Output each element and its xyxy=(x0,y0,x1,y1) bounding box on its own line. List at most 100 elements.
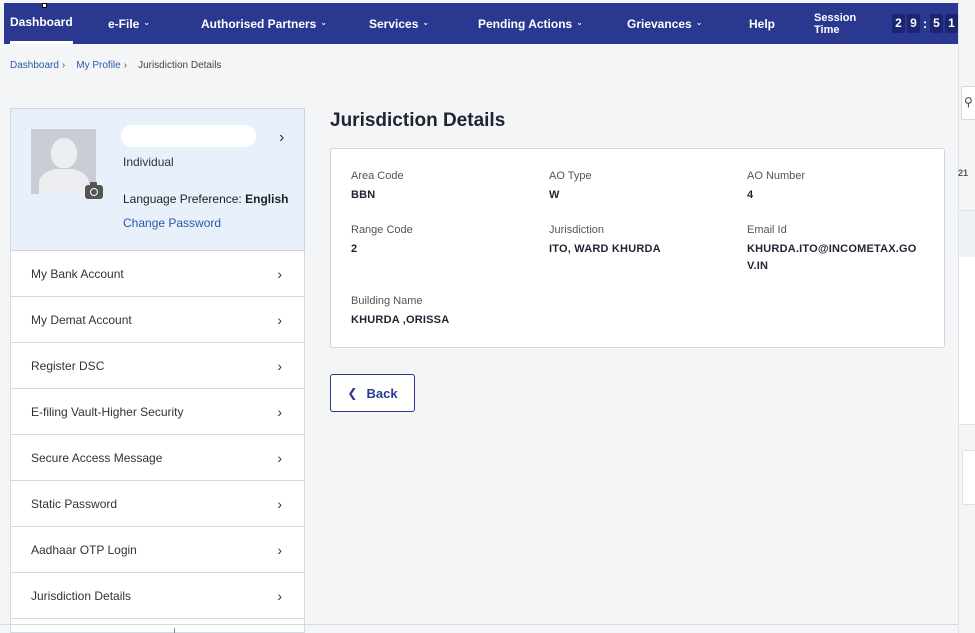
nav-grievances-label: Grievances xyxy=(627,16,692,31)
profile-menu: My Bank Account › My Demat Account › Regis… xyxy=(10,251,305,633)
bottom-divider xyxy=(0,624,958,625)
field-building-name: Building Name KHURDA ,ORISSA xyxy=(351,295,541,329)
nav-services-label: Services xyxy=(369,16,419,31)
field-label: Area Code xyxy=(351,170,404,182)
chevron-down-icon: ⌄ xyxy=(695,18,703,27)
field-label: Building Name xyxy=(351,295,423,307)
field-value: W xyxy=(549,189,560,201)
chevron-right-icon: › xyxy=(277,265,282,282)
redacted-name xyxy=(121,125,256,147)
menu-item-label: Secure Access Message xyxy=(31,450,163,465)
right-edge-fragment: 21 xyxy=(958,168,969,178)
language-preference: Language Preference: English xyxy=(123,192,288,206)
chevron-down-icon: ⌄ xyxy=(320,18,328,27)
avatar-head xyxy=(51,138,77,168)
chevron-right-icon: › xyxy=(277,495,282,512)
menu-item-label: My Bank Account xyxy=(31,266,124,281)
field-value: 4 xyxy=(747,189,754,201)
session-colon: : xyxy=(922,16,928,31)
chevron-right-icon: › xyxy=(277,587,282,604)
chevron-right-icon: › xyxy=(61,60,66,71)
chevron-left-icon: ❮ xyxy=(347,386,358,400)
menu-item-aadhaar-otp-login[interactable]: Aadhaar OTP Login › xyxy=(10,527,305,573)
menu-item-label: Static Password xyxy=(31,496,118,511)
right-edge-panel-bar xyxy=(959,211,975,257)
chevron-right-icon: › xyxy=(123,60,128,71)
nav-pending-actions[interactable]: Pending Actions ⌄ xyxy=(478,3,583,44)
nav-grievances[interactable]: Grievances ⌄ xyxy=(627,3,702,44)
menu-item-label: My Demat Account xyxy=(31,312,132,327)
email-line-2: V.IN xyxy=(747,260,769,272)
back-button[interactable]: ❮ Back xyxy=(330,374,415,412)
breadcrumb-current: Jurisdiction Details xyxy=(138,60,222,71)
menu-item-efiling-vault[interactable]: E-filing Vault-Higher Security › xyxy=(10,389,305,435)
chevron-right-icon[interactable]: › xyxy=(279,129,284,147)
field-label: Jurisdiction xyxy=(549,224,605,236)
bottom-tick xyxy=(174,628,175,633)
nav-pending-actions-label: Pending Actions xyxy=(478,16,573,31)
email-line-1: KHURDA.ITO@INCOMETAX.GO xyxy=(747,243,917,255)
top-navigation-bar: Dashboard e-File ⌄ Authorised Partners ⌄ S… xyxy=(4,3,958,44)
nav-help[interactable]: Help xyxy=(749,3,775,44)
field-value: KHURDA ,ORISSA xyxy=(351,314,450,326)
language-value: English xyxy=(245,192,289,206)
field-label: Email Id xyxy=(747,224,787,236)
page-title: Jurisdiction Details xyxy=(330,110,506,131)
nav-dashboard[interactable]: Dashboard xyxy=(10,3,73,44)
chevron-right-icon: › xyxy=(277,541,282,558)
menu-item-static-password[interactable]: Static Password › xyxy=(10,481,305,527)
search-icon[interactable]: ⚲ xyxy=(961,86,975,120)
field-jurisdiction: Jurisdiction ITO, WARD KHURDA xyxy=(549,224,739,258)
field-label: AO Type xyxy=(549,170,592,182)
field-ao-number: AO Number 4 xyxy=(747,170,937,204)
change-password-link[interactable]: Change Password xyxy=(123,216,221,230)
session-digit: 2 xyxy=(892,14,905,33)
nav-efile[interactable]: e-File ⌄ xyxy=(108,3,150,44)
menu-item-jurisdiction-details[interactable]: Jurisdiction Details › xyxy=(10,573,305,619)
menu-item-label: Jurisdiction Details xyxy=(31,588,132,603)
cursor-marker xyxy=(42,3,47,8)
chevron-down-icon: ⌄ xyxy=(143,18,151,27)
session-digit: 1 xyxy=(945,14,958,33)
session-time-digits: 2 9 : 5 1 xyxy=(890,14,958,33)
nav-services[interactable]: Services ⌄ xyxy=(369,3,429,44)
jurisdiction-details-card: Area Code BBN AO Type W AO Number 4 Rang… xyxy=(330,148,945,348)
menu-item-my-demat-account[interactable]: My Demat Account › xyxy=(10,297,305,343)
chevron-down-icon: ⌄ xyxy=(576,18,583,27)
chevron-right-icon: › xyxy=(277,311,282,328)
field-value: ITO, WARD KHURDA xyxy=(549,243,661,255)
menu-item-secure-access-message[interactable]: Secure Access Message › xyxy=(10,435,305,481)
breadcrumb-my-profile[interactable]: My Profile xyxy=(76,60,120,71)
field-value: BBN xyxy=(351,189,376,201)
field-label: Range Code xyxy=(351,224,413,236)
chevron-right-icon: › xyxy=(277,357,282,374)
right-edge-panel-2 xyxy=(962,450,975,505)
field-email-id: Email Id KHURDA.ITO@INCOMETAX.GO V.IN xyxy=(747,224,937,275)
menu-item-label: E-filing Vault-Higher Security xyxy=(31,404,184,419)
breadcrumb: Dashboard › My Profile › Jurisdiction De… xyxy=(10,60,221,71)
chevron-right-icon: › xyxy=(277,403,282,420)
back-button-label: Back xyxy=(366,385,398,401)
chevron-right-icon: › xyxy=(277,449,282,466)
nav-dashboard-label: Dashboard xyxy=(10,15,73,29)
menu-item-register-dsc[interactable]: Register DSC › xyxy=(10,343,305,389)
menu-item-label: Aadhaar OTP Login xyxy=(31,542,137,557)
nav-authorised-partners-label: Authorised Partners xyxy=(201,16,317,31)
menu-item-my-bank-account[interactable]: My Bank Account › xyxy=(10,251,305,297)
nav-efile-label: e-File xyxy=(108,16,140,31)
session-digit: 5 xyxy=(930,14,943,33)
session-digit: 9 xyxy=(907,14,920,33)
profile-type: Individual xyxy=(123,155,174,169)
field-range-code: Range Code 2 xyxy=(351,224,541,258)
field-ao-type: AO Type W xyxy=(549,170,739,204)
profile-card[interactable]: › Individual Language Preference: Englis… xyxy=(10,108,305,251)
field-value: 2 xyxy=(351,243,358,255)
menu-item-partial[interactable] xyxy=(10,619,305,633)
field-label: AO Number xyxy=(747,170,806,182)
nav-authorised-partners[interactable]: Authorised Partners ⌄ xyxy=(201,3,327,44)
field-value: KHURDA.ITO@INCOMETAX.GO V.IN xyxy=(747,241,937,275)
breadcrumb-dashboard[interactable]: Dashboard xyxy=(10,60,59,71)
camera-icon[interactable] xyxy=(85,182,103,199)
chevron-down-icon: ⌄ xyxy=(422,18,430,27)
right-edge-panel xyxy=(958,210,975,425)
